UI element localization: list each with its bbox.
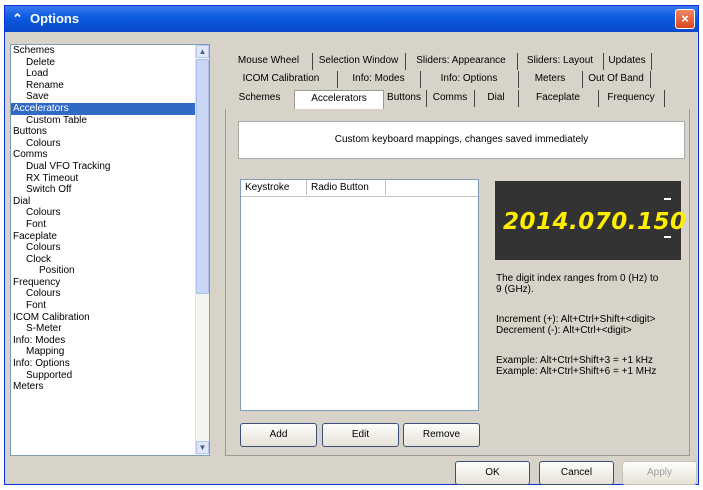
column-radio-button[interactable]: Radio Button bbox=[307, 180, 386, 195]
decrement-marker bbox=[664, 236, 671, 238]
tab-updates[interactable]: Updates bbox=[603, 53, 652, 70]
tree-item[interactable]: Font bbox=[11, 300, 209, 312]
accelerator-table[interactable]: Keystroke Radio Button bbox=[240, 179, 479, 411]
tree-item[interactable]: Accelerators bbox=[11, 102, 209, 115]
tab-sliders-layout[interactable]: Sliders: Layout bbox=[517, 53, 604, 70]
radio-antenna-icon: ⌃ bbox=[12, 11, 23, 26]
edit-button[interactable]: Edit bbox=[322, 423, 399, 447]
tree-item[interactable]: S-Meter bbox=[11, 323, 209, 335]
increment-marker bbox=[664, 198, 671, 200]
scroll-thumb[interactable] bbox=[196, 59, 209, 294]
apply-button[interactable]: Apply bbox=[622, 461, 697, 485]
tree-item[interactable]: Colours bbox=[11, 207, 209, 219]
tree-item[interactable]: Supported bbox=[11, 370, 209, 382]
tab-schemes[interactable]: Schemes bbox=[225, 90, 295, 107]
help-index-line2: 9 (GHz). bbox=[496, 284, 534, 295]
scroll-down-icon[interactable]: ▼ bbox=[196, 441, 209, 454]
window-title: Options bbox=[30, 11, 80, 26]
tree-scrollbar[interactable]: ▲ ▼ bbox=[195, 45, 209, 455]
tab-icom-calibration[interactable]: ICOM Calibration bbox=[225, 71, 338, 88]
help-increment: Increment (+): Alt+Ctrl+Shift+<digit> bbox=[496, 314, 656, 325]
tree-item[interactable]: Font bbox=[11, 219, 209, 231]
tab-meters[interactable]: Meters bbox=[518, 71, 583, 88]
tree-item[interactable]: Colours bbox=[11, 242, 209, 254]
tree-item[interactable]: Rename bbox=[11, 80, 209, 92]
tree-item[interactable]: Mapping bbox=[11, 346, 209, 358]
tab-sliders-appearance[interactable]: Sliders: Appearance bbox=[405, 53, 518, 70]
tab-buttons[interactable]: Buttons bbox=[382, 90, 427, 107]
tab-comms[interactable]: Comms bbox=[426, 90, 475, 107]
column-keystroke[interactable]: Keystroke bbox=[241, 180, 307, 195]
frequency-display: 2014.070.150 bbox=[495, 181, 686, 260]
close-button[interactable]: × bbox=[675, 9, 695, 29]
title-bar[interactable]: ⌃ Options × bbox=[5, 6, 698, 32]
help-index-line1: The digit index ranges from 0 (Hz) to bbox=[496, 273, 659, 284]
options-tree[interactable]: Schemes Delete Load Rename Save Accelerators C… bbox=[10, 44, 210, 456]
add-button[interactable]: Add bbox=[240, 423, 317, 447]
tree-item[interactable]: Clock bbox=[11, 254, 209, 266]
tab-out-of-band[interactable]: Out Of Band bbox=[582, 71, 651, 88]
tab-mouse-wheel[interactable]: Mouse Wheel bbox=[225, 53, 313, 70]
tree-item[interactable]: RX Timeout bbox=[11, 173, 209, 185]
tree-item[interactable]: Info: Options bbox=[11, 358, 209, 370]
help-example-2: Example: Alt+Ctrl+Shift+6 = +1 MHz bbox=[496, 366, 657, 377]
ok-button[interactable]: OK bbox=[455, 461, 530, 485]
tab-faceplate[interactable]: Faceplate bbox=[518, 90, 599, 107]
tree-item[interactable]: Load bbox=[11, 68, 209, 80]
tree-item[interactable]: Delete bbox=[11, 57, 209, 69]
tree-item[interactable]: Faceplate bbox=[11, 231, 209, 243]
scroll-up-icon[interactable]: ▲ bbox=[196, 45, 209, 58]
tree-item[interactable]: ICOM Calibration bbox=[11, 312, 209, 324]
tree-item[interactable]: Save bbox=[11, 91, 209, 103]
tree-item[interactable]: Schemes bbox=[11, 45, 209, 57]
info-banner: Custom keyboard mappings, changes saved … bbox=[238, 121, 685, 159]
tree-item[interactable]: Info: Modes bbox=[11, 335, 209, 347]
tree-item[interactable]: Buttons bbox=[11, 126, 209, 138]
help-decrement: Decrement (-): Alt+Ctrl+<digit> bbox=[496, 325, 632, 336]
tree-item[interactable]: Custom Table bbox=[11, 115, 209, 127]
tree-item[interactable]: Switch Off bbox=[11, 184, 209, 196]
help-example-1: Example: Alt+Ctrl+Shift+3 = +1 kHz bbox=[496, 355, 654, 366]
tree-item[interactable]: Colours bbox=[11, 138, 209, 150]
tree-item[interactable]: Colours bbox=[11, 288, 209, 300]
tab-dial[interactable]: Dial bbox=[474, 90, 519, 107]
tab-frequency[interactable]: Frequency bbox=[598, 90, 665, 107]
tree-item[interactable]: Dial bbox=[11, 196, 209, 208]
tree-item[interactable]: Meters bbox=[11, 381, 209, 393]
table-header: Keystroke Radio Button bbox=[241, 180, 478, 197]
tree-item[interactable]: Position bbox=[11, 265, 209, 277]
tab-info-modes[interactable]: Info: Modes bbox=[337, 71, 421, 88]
tree-item[interactable]: Comms bbox=[11, 149, 209, 161]
tab-info-options[interactable]: Info: Options bbox=[420, 71, 519, 88]
tab-selection-window[interactable]: Selection Window bbox=[312, 53, 406, 70]
cancel-button[interactable]: Cancel bbox=[539, 461, 614, 485]
remove-button[interactable]: Remove bbox=[403, 423, 480, 447]
tree-item[interactable]: Frequency bbox=[11, 277, 209, 289]
tree-item[interactable]: Dual VFO Tracking bbox=[11, 161, 209, 173]
frequency-digits: 2014.070.150 bbox=[503, 209, 687, 235]
tab-accelerators[interactable]: Accelerators bbox=[294, 90, 384, 109]
